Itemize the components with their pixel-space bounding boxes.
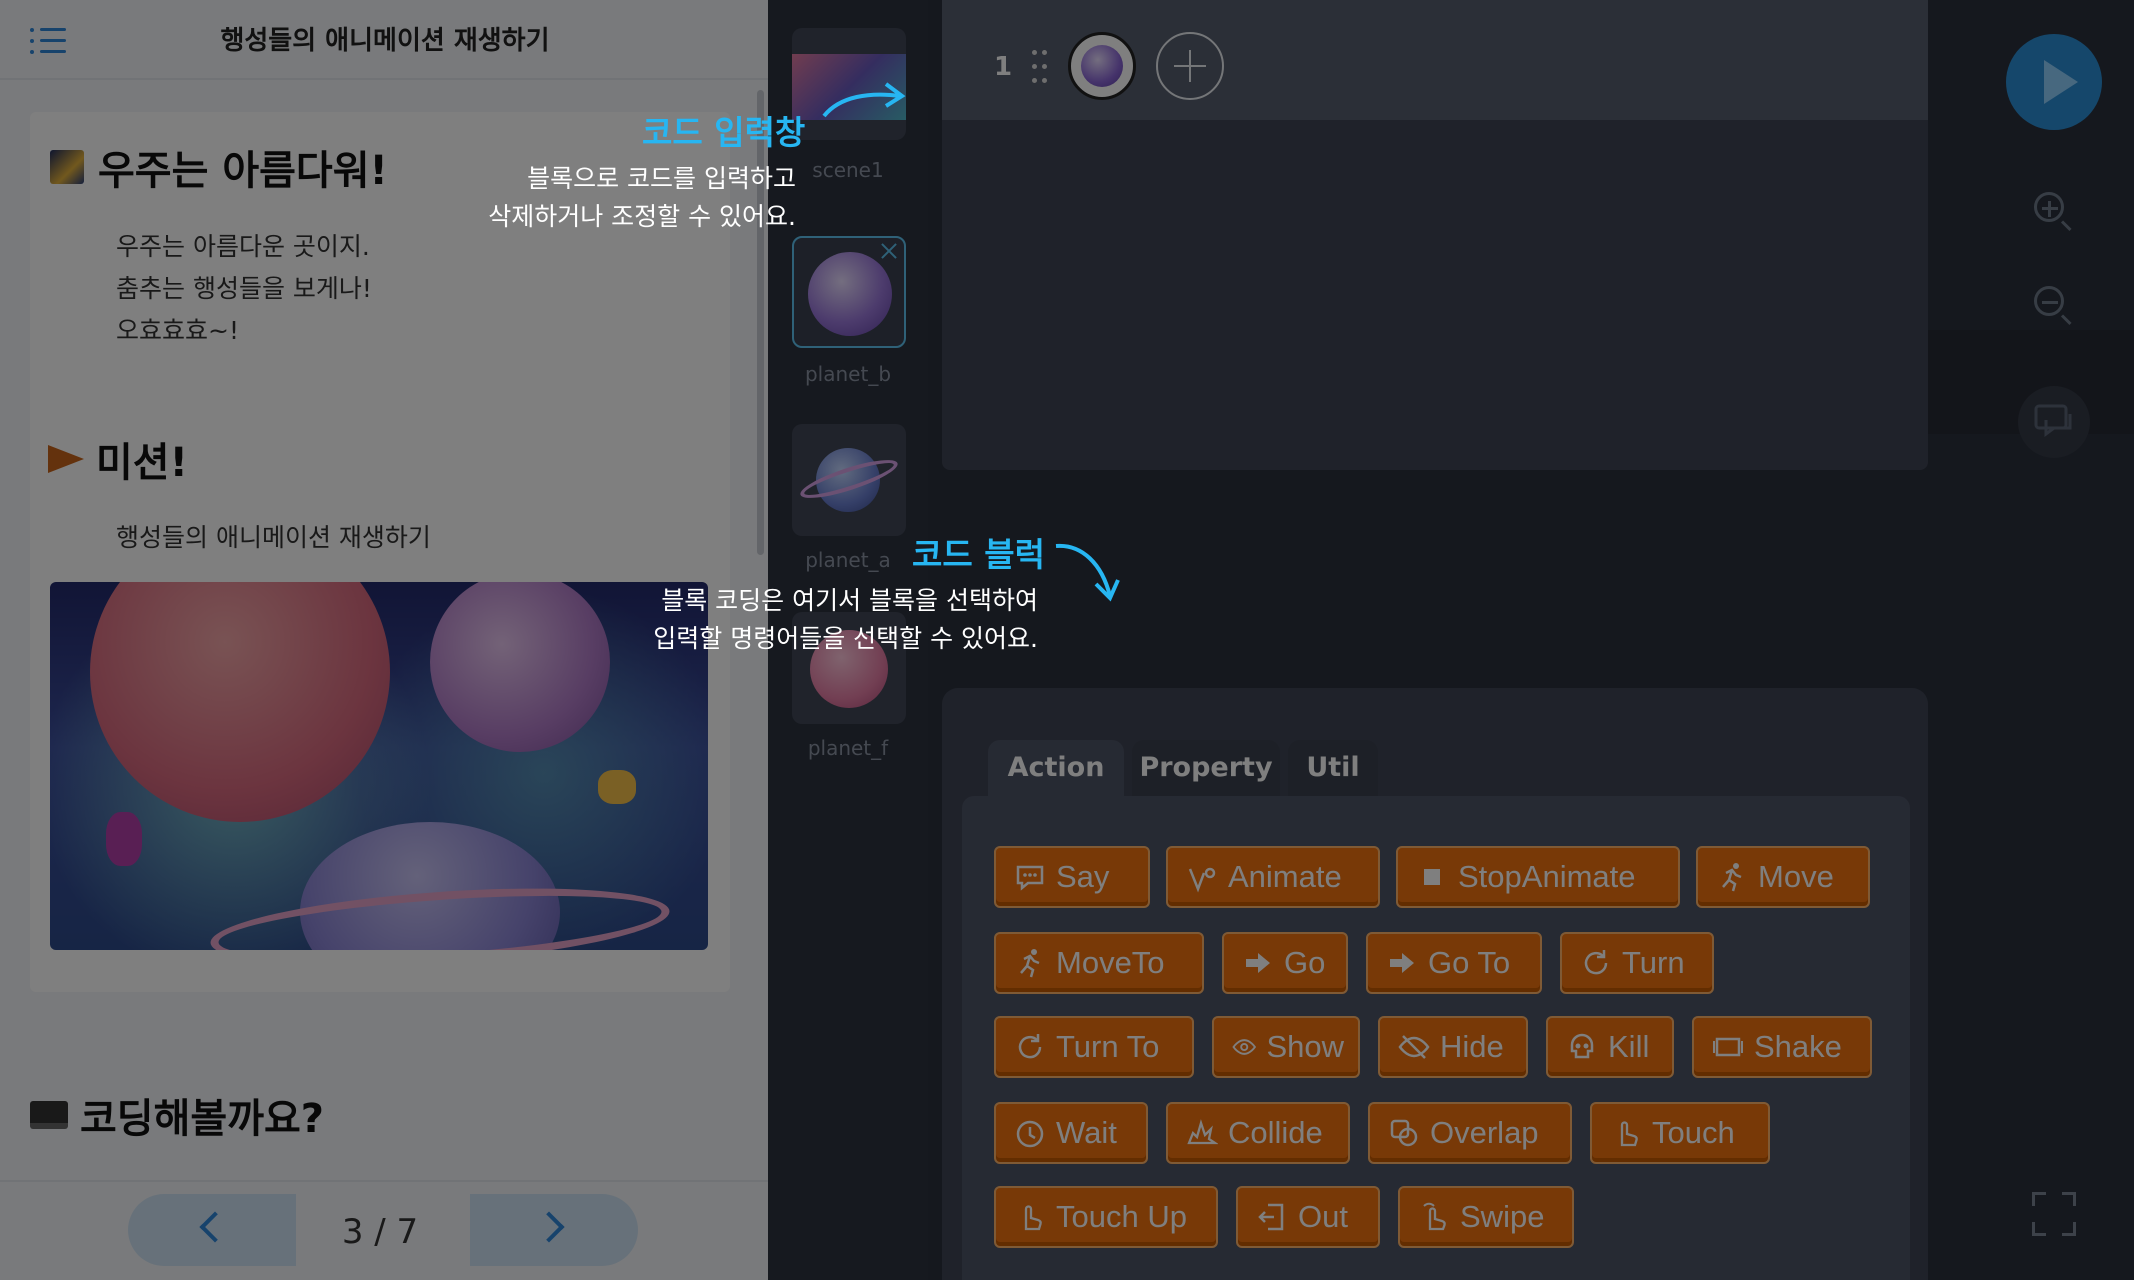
tip-code-input-title: 코드 입력창 bbox=[642, 113, 806, 152]
arrow-icon bbox=[1055, 543, 1120, 602]
tip-line: 블록으로 코드를 입력하고 bbox=[527, 164, 796, 193]
arrow-icon bbox=[822, 82, 906, 118]
tip-line: 삭제하거나 조정할 수 있어요. bbox=[488, 202, 796, 231]
tip-code-block-title: 코드 블럭 bbox=[912, 535, 1045, 574]
tip-code-block-text: 블록 코딩은 여기서 블록을 선택하여 입력할 명령어들을 선택할 수 있어요. bbox=[600, 582, 1038, 658]
tip-line: 입력할 명령어들을 선택할 수 있어요. bbox=[653, 624, 1038, 653]
tip-code-input-text: 블록으로 코드를 입력하고 삭제하거나 조정할 수 있어요. bbox=[420, 160, 796, 236]
tip-line: 블록 코딩은 여기서 블록을 선택하여 bbox=[661, 586, 1038, 615]
tutorial-overlay[interactable] bbox=[0, 0, 2134, 1280]
